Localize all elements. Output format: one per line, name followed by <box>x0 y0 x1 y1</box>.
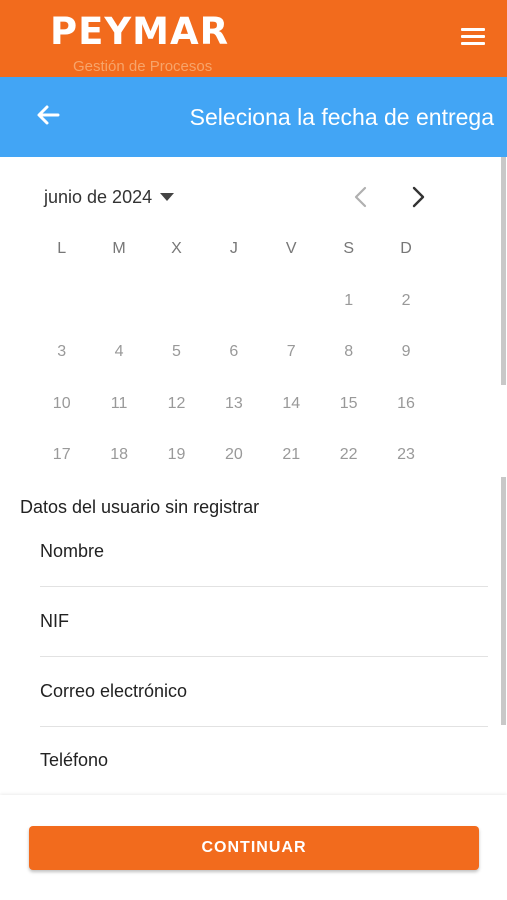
calendar-day[interactable]: 13 <box>205 391 262 413</box>
caret-down-icon <box>160 193 175 201</box>
field-label: Nombre <box>40 541 105 561</box>
calendar-day[interactable]: 21 <box>263 442 320 464</box>
calendar-day[interactable]: 4 <box>90 339 147 361</box>
calendar-day-empty <box>148 288 205 292</box>
calendar-day[interactable]: 12 <box>148 391 205 413</box>
calendar-day[interactable]: 5 <box>148 339 205 361</box>
calendar-day[interactable]: 16 <box>377 391 434 413</box>
email-field[interactable]: Correo electrónico <box>40 657 488 727</box>
month-selector[interactable]: junio de 2024 <box>44 184 175 210</box>
scrollbar[interactable] <box>501 477 506 725</box>
weekday-label: M <box>112 240 126 257</box>
field-label: NIF <box>40 611 69 631</box>
page-title: Seleciona la fecha de entrega <box>189 104 494 130</box>
calendar-day[interactable]: 15 <box>320 391 377 413</box>
calendar-week-row: 10 11 12 13 14 15 16 <box>33 391 435 443</box>
weekday-label: X <box>171 240 182 257</box>
phone-field[interactable]: Teléfono <box>40 727 488 797</box>
calendar-day[interactable]: 9 <box>377 339 434 361</box>
calendar-day[interactable]: 3 <box>33 339 90 361</box>
calendar-day[interactable]: 6 <box>205 339 262 361</box>
calendar-day[interactable]: 10 <box>33 391 90 413</box>
weekday-label: S <box>343 240 354 257</box>
calendar-day[interactable]: 14 <box>263 391 320 413</box>
section-title: Datos del usuario sin registrar <box>20 497 260 517</box>
name-field[interactable]: Nombre <box>40 517 488 587</box>
calendar-week-row: 3 4 5 6 7 8 9 <box>33 339 435 391</box>
calendar-grid: L M X J V S D 1 2 3 4 5 6 7 8 9 10 11 12… <box>33 236 435 494</box>
calendar-day-empty <box>33 288 90 292</box>
calendar-day-empty <box>263 288 320 292</box>
calendar-day[interactable]: 23 <box>377 442 434 464</box>
weekday-label: D <box>400 240 412 257</box>
weekday-label: L <box>57 240 67 257</box>
app-header: PEYMAR Gestión de Procesos <box>0 0 507 77</box>
chevron-left-icon[interactable] <box>350 184 372 210</box>
calendar-week-row: 17 18 19 20 21 22 23 <box>33 442 435 494</box>
brand-tagline: Gestión de Procesos <box>73 58 213 75</box>
continue-button[interactable]: CONTINUAR <box>29 826 479 870</box>
calendar-day[interactable]: 7 <box>263 339 320 361</box>
calendar-week-row: 1 2 <box>33 288 435 340</box>
calendar-day-empty <box>90 288 147 292</box>
nif-field[interactable]: NIF <box>40 587 488 657</box>
calendar-day[interactable]: 22 <box>320 442 377 464</box>
bottom-action-bar: CONTINUAR <box>0 795 507 900</box>
weekday-header-row: L M X J V S D <box>33 236 435 288</box>
hamburger-menu-icon[interactable] <box>461 28 485 48</box>
field-label: Teléfono <box>40 750 109 770</box>
weekday-label: J <box>229 240 238 257</box>
calendar-day[interactable]: 11 <box>90 391 147 413</box>
page-header: Seleciona la fecha de entrega <box>0 77 507 157</box>
field-label: Correo electrónico <box>40 681 188 701</box>
calendar-day[interactable]: 8 <box>320 339 377 361</box>
calendar-day[interactable]: 17 <box>33 442 90 464</box>
month-label: junio de 2024 <box>44 186 153 207</box>
weekday-label: V <box>285 240 297 257</box>
scrollbar[interactable] <box>501 157 506 385</box>
arrow-left-icon[interactable] <box>34 101 62 129</box>
calendar-day[interactable]: 1 <box>320 288 377 310</box>
brand-logo: PEYMAR <box>50 10 230 53</box>
calendar-day[interactable]: 20 <box>205 442 262 464</box>
calendar-day[interactable]: 18 <box>90 442 147 464</box>
calendar-day[interactable]: 2 <box>377 288 434 310</box>
calendar-day[interactable]: 19 <box>148 442 205 464</box>
calendar-day-empty <box>205 288 262 292</box>
chevron-right-icon[interactable] <box>407 184 429 210</box>
